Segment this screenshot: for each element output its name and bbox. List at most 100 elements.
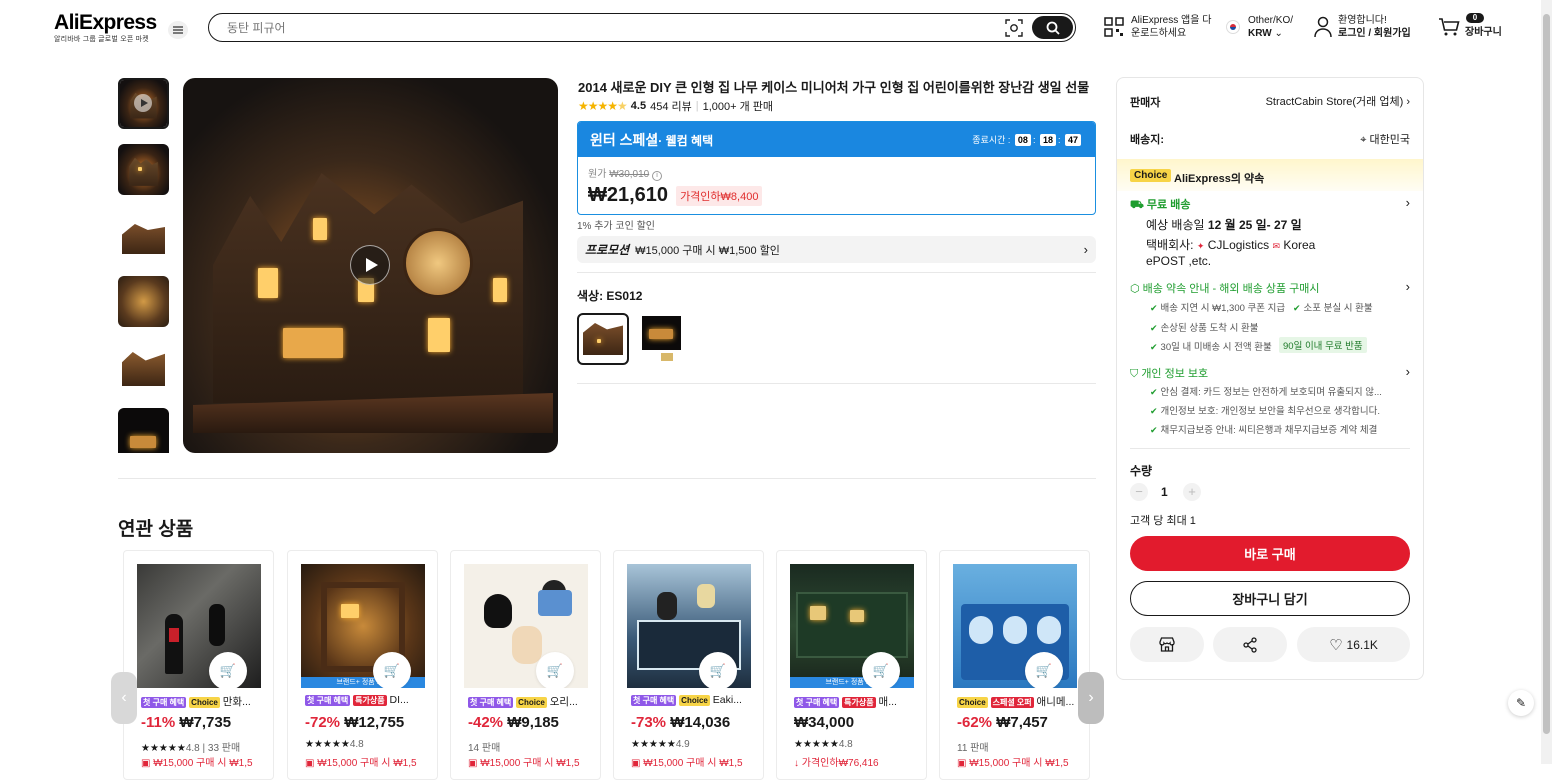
add-to-cart-button[interactable]: 장바구니 담기 — [1130, 581, 1410, 616]
quantity-increase-button[interactable]: + — [1183, 483, 1201, 501]
choice-badge: Choice — [1130, 169, 1172, 182]
product-name: 매... — [878, 696, 897, 708]
add-to-cart-icon[interactable]: 🛒 — [699, 652, 737, 688]
qr-code-icon — [1104, 17, 1124, 37]
ship-to-selector[interactable]: ⌖ 대한민국 — [1360, 131, 1410, 147]
product-image[interactable]: 🛒 — [627, 564, 751, 688]
free-shipping-row[interactable]: ⛟ 무료 배송 — [1130, 196, 1190, 213]
review-count[interactable]: 454 리뷰 — [650, 98, 692, 114]
privacy-row[interactable]: ⛉ 개인 정보 보호 — [1130, 365, 1208, 381]
thumbnail-4[interactable] — [118, 276, 169, 327]
product-image[interactable]: 🛒 — [464, 564, 588, 688]
logo-tagline: 알리바바 그룹 글로벌 오픈 마켓 — [54, 36, 149, 43]
related-product-card[interactable]: 🛒 첫 구매 혜택 Choice 오리... -42% ₩9,185 14 판매… — [450, 550, 601, 780]
promo-header: 윈터 스페셜· 웰컴 혜택 종료시간 : 08: 18: 47 — [578, 122, 1095, 157]
product-promo: ▣ ₩15,000 구매 시 ₩1,5 — [631, 758, 743, 769]
quantity-value[interactable]: 1 — [1161, 485, 1168, 499]
guarantee-item: ✔ 손상된 상품 도착 시 환불 — [1150, 320, 1259, 334]
promo-subtitle: · 웰컴 혜택 — [658, 133, 714, 148]
thumbnail-video[interactable] — [118, 78, 169, 129]
cart-label[interactable]: 장바구니 — [1465, 26, 1502, 39]
related-product-card[interactable]: 🛒 Choice 스페셜 오퍼 애니메... -62% ₩7,457 11 판매… — [939, 550, 1090, 780]
product-image[interactable]: 브랜드+ 정품 보증 🛒 — [790, 564, 914, 688]
thumbnail-3[interactable] — [118, 210, 169, 261]
carousel-prev-button[interactable]: ‹ — [111, 672, 137, 724]
product-name: DI... — [389, 694, 409, 706]
color-option-es012[interactable] — [577, 313, 629, 365]
add-to-cart-icon[interactable]: 🛒 — [536, 652, 574, 688]
scrollbar-thumb[interactable] — [1543, 14, 1550, 734]
add-to-cart-icon[interactable]: 🛒 — [862, 652, 900, 688]
account-menu[interactable]: 환영합니다! 로그인 / 회원가입 — [1338, 14, 1411, 40]
related-product-card[interactable]: 🛒 첫 구매 혜택 Choice 만화... -11% ₩7,735 ★★★★★… — [123, 550, 274, 780]
info-icon[interactable]: i — [652, 171, 662, 181]
carousel-next-button[interactable]: › — [1078, 672, 1104, 724]
play-icon — [366, 258, 378, 272]
image-search-icon[interactable] — [1005, 19, 1023, 37]
rating-value: 4.5 — [630, 100, 647, 112]
tag-special-offer: 스페셜 오퍼 — [990, 697, 1034, 708]
play-video-button[interactable] — [350, 245, 390, 285]
eta-prefix: 예상 배송일 — [1146, 218, 1205, 232]
related-product-card[interactable]: 브랜드+ 정품 보증 🛒 첫 구매 혜택 특가상품 DI... -72% ₩12… — [287, 550, 438, 780]
add-to-cart-icon[interactable]: 🛒 — [373, 652, 411, 688]
product-tags: 첫 구매 혜택 Choice 오리... — [468, 694, 588, 709]
login-signup-link[interactable]: 로그인 / 회원가입 — [1338, 27, 1411, 40]
epost-logo-icon: ✉ — [1272, 241, 1280, 251]
region-selector[interactable]: Other/KO/ KRW ⌄ — [1248, 14, 1293, 40]
add-to-cart-icon[interactable]: 🛒 — [1025, 652, 1063, 688]
play-icon — [134, 94, 152, 112]
search-input[interactable] — [227, 19, 987, 36]
quantity-decrease-button[interactable]: − — [1130, 483, 1148, 501]
eta-row: 예상 배송일 12 월 25 일- 27 일 — [1146, 216, 1302, 233]
menu-button[interactable] — [168, 21, 188, 39]
buy-now-button[interactable]: 바로 구매 — [1130, 536, 1410, 571]
app-download-line1: AliExpress 앱을 다 — [1131, 15, 1212, 26]
tag-special-price: 특가상품 — [353, 695, 387, 706]
product-price: ₩7,735 — [179, 714, 232, 731]
check-icon: ✔ — [1150, 303, 1158, 313]
privacy-payment: 안심 결제: 카드 정보는 안전하게 보호되며 유출되지 않... — [1160, 387, 1382, 398]
thumbnail-5[interactable] — [118, 342, 169, 393]
eta-date: 12 월 25 일- 27 일 — [1207, 218, 1302, 232]
product-image[interactable]: 브랜드+ 정품 보증 🛒 — [301, 564, 425, 688]
delivery-guarantee-title: 배송 약속 안내 - 해외 배송 상품 구매시 — [1142, 283, 1320, 295]
promotion-row[interactable]: 프로모션 ₩15,000 구매 시 ₩1,500 할인 › — [577, 236, 1096, 263]
product-image[interactable]: 🛒 — [953, 564, 1077, 688]
share-button[interactable] — [1213, 627, 1287, 662]
pencil-icon: ✎ — [1515, 696, 1527, 710]
color-option-2[interactable] — [639, 313, 684, 363]
chevron-right-icon[interactable]: › — [1406, 195, 1410, 210]
search-button[interactable] — [1032, 16, 1073, 39]
cart-count-badge: 0 — [1466, 13, 1484, 23]
product-price: ₩14,036 — [670, 714, 731, 731]
seller-name: StractCabin Store(거래 업체) — [1265, 96, 1404, 108]
tag-special-price: 특가상품 — [842, 697, 876, 708]
coin-discount-note: 1% 추가 코인 할인 — [577, 221, 655, 232]
delivery-guarantee-row[interactable]: ⬡ 배송 약속 안내 - 해외 배송 상품 구매시 — [1130, 280, 1320, 296]
privacy-item: ✔ 채무지급보증 안내: 씨티은행과 채무지급보증 계약 체결 — [1150, 422, 1377, 436]
related-product-card[interactable]: 브랜드+ 정품 보증 🛒 첫 구매 혜택 특가상품 매... ₩34,000 ★… — [776, 550, 927, 780]
add-to-cart-icon[interactable]: 🛒 — [209, 652, 247, 688]
scrollbar[interactable] — [1541, 0, 1552, 764]
product-sold: 14 판매 — [468, 743, 501, 754]
thumbnail-6[interactable] — [118, 408, 169, 453]
carrier-etc: ePOST ,etc. — [1146, 254, 1212, 268]
thumbnail-2[interactable] — [118, 144, 169, 195]
wishlist-button[interactable]: ♡ 16.1K — [1297, 627, 1410, 662]
product-rating: ★★★★★4.8 | 33 판매 — [141, 743, 241, 754]
seller-link[interactable]: StractCabin Store(거래 업체) › — [1266, 93, 1410, 109]
store-button[interactable] — [1130, 627, 1204, 662]
product-image[interactable]: 🛒 — [137, 564, 261, 688]
chevron-right-icon[interactable]: › — [1406, 364, 1410, 379]
product-rating: ★★★★★4.9 — [631, 739, 690, 750]
chevron-right-icon[interactable]: › — [1406, 279, 1410, 294]
product-name: 오리... — [549, 696, 578, 708]
related-product-card[interactable]: 🛒 첫 구매 혜택 Choice Eaki... -73% ₩14,036 ★★… — [613, 550, 764, 780]
aliexpress-logo[interactable]: AliExpress — [54, 11, 157, 35]
cart-icon[interactable] — [1438, 17, 1460, 40]
feedback-edit-button[interactable]: ✎ — [1508, 690, 1534, 716]
user-icon[interactable] — [1314, 16, 1332, 41]
product-tags: Choice 스페셜 오퍼 애니메... — [957, 694, 1077, 709]
current-price: ₩21,610 — [588, 184, 669, 206]
